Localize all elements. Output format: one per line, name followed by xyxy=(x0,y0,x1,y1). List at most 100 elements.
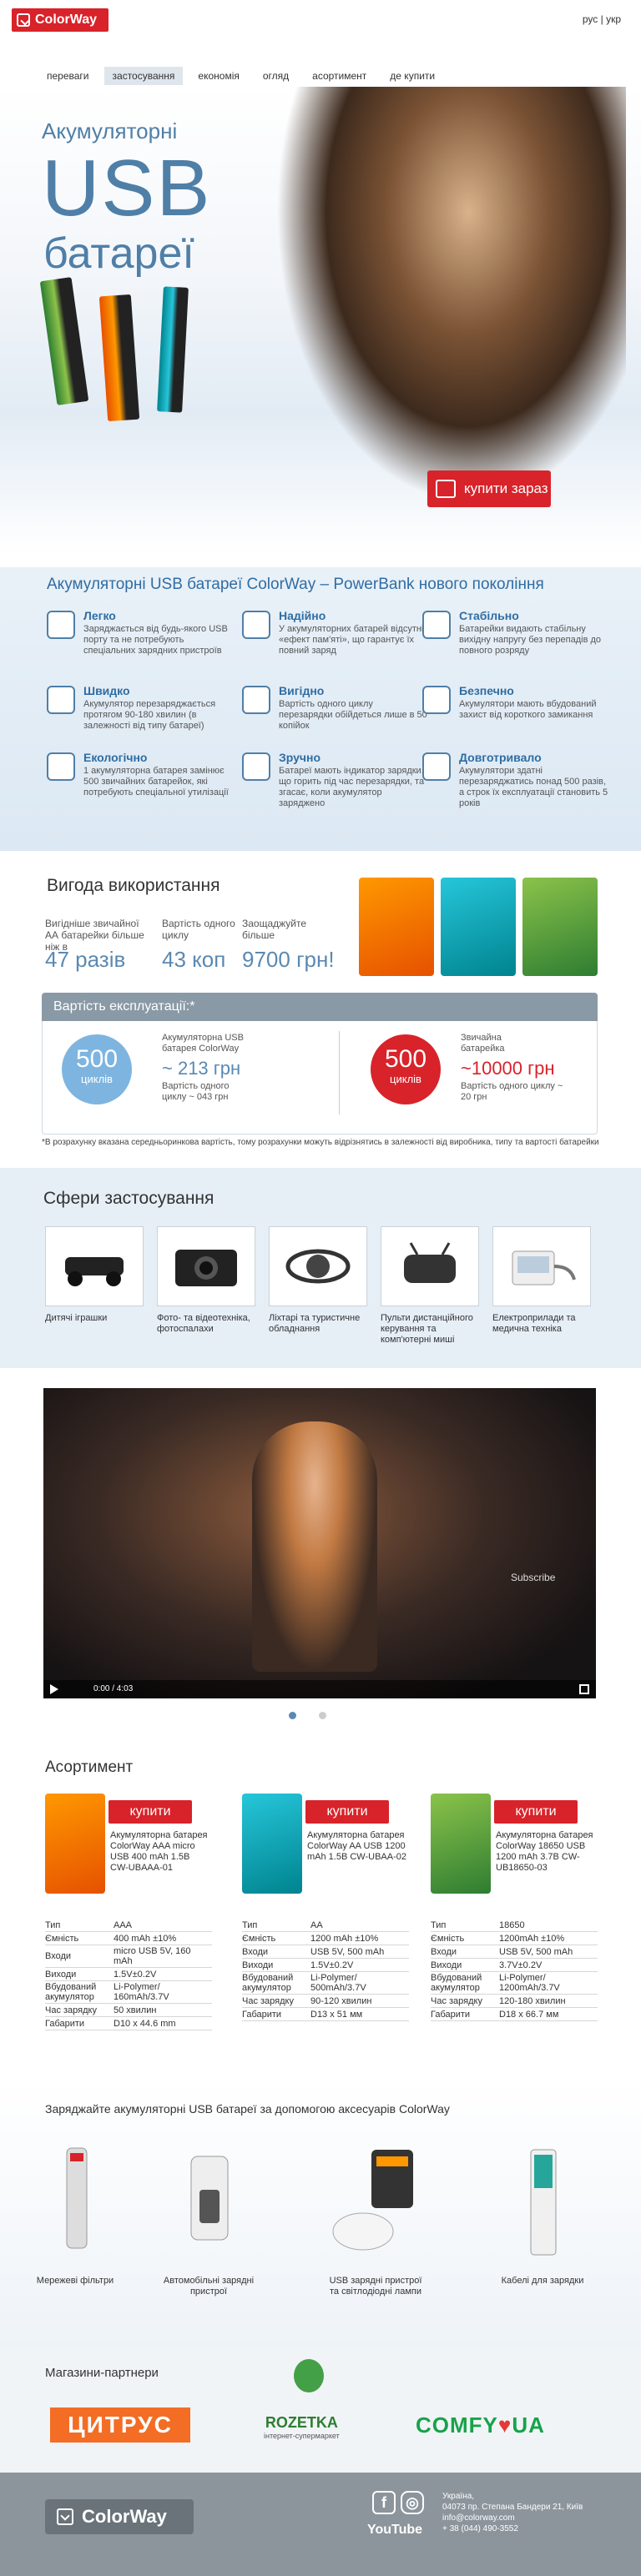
address-email[interactable]: info@colorway.com xyxy=(442,2513,609,2523)
review-video[interactable]: Subscribe 0:00 / 4:03 xyxy=(43,1388,596,1698)
play-icon[interactable] xyxy=(50,1684,58,1694)
spec-key: Ємність xyxy=(431,1933,465,1944)
buy-button[interactable]: купити xyxy=(305,1800,389,1824)
feature-durable: Довготривало Акумулятори здатні перезаряд… xyxy=(422,751,614,814)
language-switcher: рус | укр xyxy=(583,13,621,25)
facebook-icon[interactable]: f xyxy=(372,2491,396,2514)
footer-logo-text: ColorWay xyxy=(82,2506,167,2527)
feature-easy: Легко Заряджається від будь-якого USB пор… xyxy=(47,609,239,672)
accessory-surge-protector[interactable]: Мережеві фільтри xyxy=(25,2136,125,2287)
spec-row: Виходи 3.7V±0.2V xyxy=(431,1959,598,1972)
pack-image-green xyxy=(522,878,598,976)
spec-value: Li-Polymer/ 160mAh/3.7V xyxy=(114,1982,169,2002)
hero-banner: Акумуляторні USB батареї купити зараз xyxy=(0,87,641,554)
pack-image-orange xyxy=(359,878,434,976)
spec-value: USB 5V, 500 mAh xyxy=(499,1946,573,1957)
spec-key: Тип xyxy=(431,1919,447,1930)
address-phone[interactable]: + 38 (044) 490-3552 xyxy=(442,2523,609,2534)
product-name: Акумуляторна батарея ColorWay AAA micro … xyxy=(110,1830,208,1873)
spec-row: Ємність 400 mAh ±10% xyxy=(45,1932,212,1945)
fullscreen-icon[interactable] xyxy=(579,1684,589,1694)
usage-label: Пульти дистанційного керування та комп'ю… xyxy=(381,1313,473,1345)
hero-man-image xyxy=(275,87,626,504)
accessory-car-charger[interactable]: Автомобільні зарядні пристрої xyxy=(159,2136,259,2297)
product-name: Акумуляторна батарея ColorWay AA USB 120… xyxy=(307,1830,407,1862)
usb-battery-label: Акумуляторна USB батарея ColorWay xyxy=(162,1033,244,1054)
buy-button[interactable]: купити xyxy=(109,1800,192,1824)
video-time: 0:00 / 4:03 xyxy=(93,1684,134,1693)
feature-fast: Швидко Акумулятор перезаряджається протяг… xyxy=(47,684,239,747)
nav-item-where-to-buy[interactable]: де купити xyxy=(381,67,443,85)
logo-check-icon xyxy=(57,2508,73,2525)
instagram-icon[interactable]: ◎ xyxy=(401,2491,424,2514)
usage-label: Дитячі іграшки xyxy=(45,1313,108,1323)
benefit-col-label: Заощаджуйте більше xyxy=(242,918,307,941)
spec-row: Габарити D13 x 51 мм xyxy=(242,2008,409,2021)
usb-icon xyxy=(47,611,75,639)
citrus-logo[interactable]: ЦИТРУС xyxy=(50,2407,190,2443)
colorway-logo[interactable]: ColorWay xyxy=(12,8,109,32)
hero-title-line3: батареї xyxy=(43,229,194,278)
usb-battery-cost: ~ 213 грн xyxy=(162,1058,241,1079)
lang-uk[interactable]: укр xyxy=(606,13,621,25)
pack-image-teal xyxy=(441,878,516,976)
feature-profitable: Вигідно Вартість одного циклу перезарядки… xyxy=(242,684,434,747)
footer-logo[interactable]: ColorWay xyxy=(45,2499,194,2534)
spec-row: Тип AA xyxy=(242,1919,409,1932)
nav-item-usage[interactable]: застосування xyxy=(103,67,184,85)
nav-item-savings[interactable]: економія xyxy=(189,67,247,85)
indicator-light-icon xyxy=(242,752,270,781)
spec-value: USB 5V, 500 mAh xyxy=(310,1946,385,1957)
spec-key: Час зарядку xyxy=(431,1995,482,2006)
surge-protector-image xyxy=(25,2136,125,2269)
nav-item-review[interactable]: огляд xyxy=(255,67,297,85)
cable-image xyxy=(492,2136,593,2269)
comfy-name: COMFY xyxy=(416,2412,498,2438)
feature-title: Екологічно xyxy=(83,751,148,764)
rozetka-logo[interactable]: ROZETKA інтернет-супермаркет xyxy=(264,2414,340,2440)
youtube-link[interactable]: YouTube xyxy=(367,2523,422,2538)
carousel-dot-active[interactable] xyxy=(289,1712,296,1719)
accessory-usb-charger-lamp[interactable]: USB зарядні пристрої та світлодіодні лам… xyxy=(326,2136,426,2297)
buy-button[interactable]: купити xyxy=(494,1800,578,1824)
spec-key: Виходи xyxy=(431,1960,462,1970)
lightning-icon xyxy=(422,611,451,639)
accessory-label: Мережеві фільтри xyxy=(36,2276,114,2286)
spec-row: Вбудований акумулятор Li-Polymer/ 160mAh/… xyxy=(45,1981,212,2004)
hero-title-line2: USB xyxy=(42,143,212,233)
product-image xyxy=(242,1794,302,1894)
spec-value: 1200 mAh ±10% xyxy=(310,1933,379,1944)
feature-desc: Батарейки видають стабільну вихідну напр… xyxy=(459,624,602,656)
rozetka-name: ROZETKA xyxy=(265,2414,338,2431)
spec-row: Виходи 1.5V±0.2V xyxy=(242,1959,409,1972)
comfy-heart-icon: ♥ xyxy=(497,2412,512,2438)
usage-label: Електроприлади та медична техніка xyxy=(492,1313,576,1334)
feature-title: Надійно xyxy=(279,609,326,622)
lang-ru[interactable]: рус xyxy=(583,13,598,25)
spec-key: Габарити xyxy=(242,2009,282,2020)
spec-table-aa: Тип AA Ємність 1200 mAh ±10% Входи USB 5V, 50… xyxy=(242,1919,409,2021)
spec-key: Тип xyxy=(45,1919,61,1930)
spec-row: Час зарядку 120-180 хвилин xyxy=(431,1995,598,2008)
spec-row: Тип AAA xyxy=(45,1919,212,1932)
nav-item-advantages[interactable]: переваги xyxy=(38,67,98,85)
tonometer-image xyxy=(492,1226,591,1306)
wallet-icon xyxy=(242,686,270,714)
spec-row: Виходи 1.5V±0.2V xyxy=(45,1968,212,1981)
cost-footnote: *В розрахунку вказана середньоринкова ва… xyxy=(42,1138,599,1147)
product-name: Акумуляторна батарея ColorWay 18650 USB … xyxy=(496,1830,593,1873)
spec-key: Габарити xyxy=(45,2018,85,2029)
rozetka-mascot-icon xyxy=(294,2359,324,2392)
buy-now-button[interactable]: купити зараз xyxy=(427,470,551,507)
accessory-cables[interactable]: Кабелі для зарядки xyxy=(492,2136,593,2287)
comfy-logo[interactable]: COMFY♥UA xyxy=(416,2412,545,2438)
product-image xyxy=(431,1794,491,1894)
cart-icon xyxy=(436,480,456,498)
nav-item-assortment[interactable]: асортимент xyxy=(304,67,375,85)
usage-photo: Фото- та відеотехніка, фотоспалахи xyxy=(157,1226,255,1335)
lang-sep: | xyxy=(600,13,603,25)
spec-row: Ємність 1200 mAh ±10% xyxy=(242,1932,409,1945)
benefit-col-value: 43 коп xyxy=(162,947,226,972)
usage-label: Фото- та відеотехніка, фотоспалахи xyxy=(157,1313,250,1334)
carousel-dot[interactable] xyxy=(319,1712,326,1719)
